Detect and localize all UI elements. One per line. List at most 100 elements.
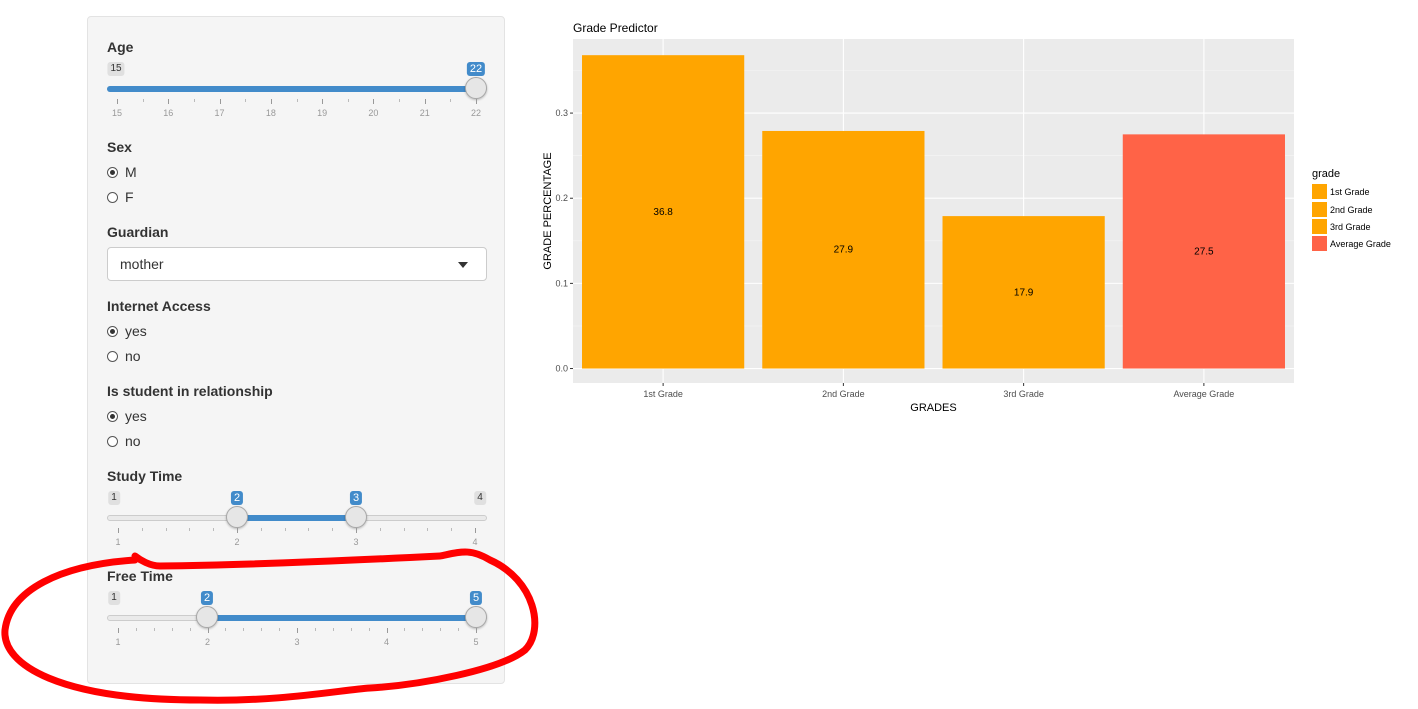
slider-major-tick xyxy=(356,528,357,533)
bar-value-label: 17.9 xyxy=(1014,287,1034,298)
guardian-select[interactable]: mother xyxy=(107,247,487,281)
relationship-option-yes[interactable]: yes xyxy=(107,407,147,425)
legend-swatch xyxy=(1312,184,1327,199)
slider-minor-tick xyxy=(347,99,349,102)
sex-option-m-label: M xyxy=(125,164,137,180)
slider-major-tick xyxy=(168,99,170,104)
slider-minor-tick xyxy=(350,628,352,631)
free-time-slider-min: 1 xyxy=(108,591,120,605)
slider-minor-tick xyxy=(189,528,191,531)
bar-value-label: 27.5 xyxy=(1194,246,1214,257)
study-time-slider-low-value: 2 xyxy=(230,491,244,505)
radio-unchecked-icon[interactable] xyxy=(107,350,118,362)
slider-major-tick xyxy=(219,99,221,104)
slider-minor-tick xyxy=(458,628,460,631)
slider-minor-tick xyxy=(427,528,429,531)
slider-minor-tick xyxy=(404,628,406,631)
radio-checked-icon[interactable] xyxy=(107,325,118,337)
grade-bar-chart: 0.0 0.1 0.2 0.3 36.8 1st Grade 27.9 2nd Grade 17… xyxy=(542,39,1294,414)
slider-tick-label: 20 xyxy=(368,108,379,118)
free-time-slider-high-value: 5 xyxy=(469,591,483,605)
free-time-slider[interactable]: 1 2 5 1 2 3 4 5 xyxy=(107,546,487,647)
free-time-slider-high-handle[interactable] xyxy=(465,606,487,628)
x-axis-title: GRADES xyxy=(910,402,956,414)
slider-major-tick xyxy=(475,528,476,533)
legend-item-label: 2nd Grade xyxy=(1330,204,1373,215)
legend-item-label: Average Grade xyxy=(1330,238,1391,249)
slider-major-tick xyxy=(322,99,324,104)
slider-minor-tick xyxy=(243,628,245,631)
free-time-slider-bar xyxy=(207,615,476,621)
study-time-slider-min: 1 xyxy=(108,491,120,505)
guardian-label: Guardian xyxy=(107,224,169,240)
slider-major-tick xyxy=(118,528,119,533)
sex-option-f[interactable]: F xyxy=(107,188,134,206)
slider-major-tick xyxy=(118,628,119,633)
free-time-slider-low-value: 2 xyxy=(200,591,214,605)
slider-major-tick xyxy=(207,628,209,633)
free-time-slider-low-handle[interactable] xyxy=(196,606,218,628)
age-slider-handle[interactable] xyxy=(465,77,487,99)
radio-checked-icon[interactable] xyxy=(107,166,118,178)
slider-minor-tick xyxy=(142,99,144,102)
legend-item-3rd-grade: 3rd Grade xyxy=(1312,218,1371,235)
slider-minor-tick xyxy=(440,628,442,631)
internet-option-yes[interactable]: yes xyxy=(107,322,147,340)
slider-major-tick xyxy=(373,99,375,104)
slider-major-tick xyxy=(237,528,238,533)
slider-minor-tick xyxy=(379,528,381,531)
study-time-slider-high-handle[interactable] xyxy=(345,506,367,528)
legend-swatch xyxy=(1312,219,1327,234)
radio-unchecked-icon[interactable] xyxy=(107,191,118,203)
slider-minor-tick xyxy=(189,628,191,631)
slider-minor-tick xyxy=(165,528,167,531)
slider-tick-label: 2 xyxy=(204,637,211,647)
slider-minor-tick xyxy=(141,528,143,531)
slider-tick-label: 22 xyxy=(470,108,482,118)
legend-swatch xyxy=(1312,236,1327,251)
slider-minor-tick xyxy=(422,628,424,631)
study-time-slider-low-handle[interactable] xyxy=(226,506,248,528)
slider-minor-tick xyxy=(368,628,370,631)
x-axis-tick-label: 2nd Grade xyxy=(822,389,865,399)
chevron-down-icon[interactable] xyxy=(458,262,468,268)
slider-minor-tick xyxy=(260,528,262,531)
study-time-slider[interactable]: 1 4 2 3 1234 xyxy=(107,446,487,547)
x-axis-tick-label: 1st Grade xyxy=(643,389,683,399)
slider-tick-label: 15 xyxy=(111,108,123,118)
age-slider-value: 22 xyxy=(466,62,486,76)
slider-minor-tick xyxy=(213,528,215,531)
slider-minor-tick xyxy=(450,99,452,102)
legend-title: grade xyxy=(1312,168,1341,180)
bar-value-label: 36.8 xyxy=(653,207,673,218)
legend-swatch xyxy=(1312,202,1327,217)
x-axis-tick-label: 3rd Grade xyxy=(1003,389,1044,399)
relationship-label: Is student in relationship xyxy=(107,383,273,399)
slider-minor-tick xyxy=(296,99,298,102)
slider-minor-tick xyxy=(135,628,137,631)
slider-tick-label: 16 xyxy=(163,108,174,118)
radio-unchecked-icon[interactable] xyxy=(107,435,118,447)
slider-minor-tick xyxy=(403,528,405,531)
relationship-option-yes-label: yes xyxy=(125,408,147,424)
y-axis-tick-label: 0.1 xyxy=(555,278,568,288)
sex-option-m[interactable]: M xyxy=(107,163,137,181)
bar-value-label: 27.9 xyxy=(834,245,854,256)
age-slider[interactable]: 15 22 15 16 17 18 19 20 21 22 xyxy=(107,17,487,118)
study-time-slider-high-value: 3 xyxy=(349,491,363,505)
slider-tick-label: 18 xyxy=(265,108,276,118)
x-axis-tick-label: Average Grade xyxy=(1173,389,1234,399)
slider-minor-tick xyxy=(332,528,334,531)
internet-option-no[interactable]: no xyxy=(107,347,141,365)
slider-tick-label: 5 xyxy=(473,637,479,647)
slider-tick-label: 1 xyxy=(115,637,121,647)
y-axis-title: GRADE PERCENTAGE xyxy=(542,152,554,269)
slider-tick-label: 17 xyxy=(214,108,225,118)
age-slider-min: 15 xyxy=(107,62,125,76)
slider-major-tick xyxy=(117,99,118,104)
legend-item-average-grade: Average Grade xyxy=(1312,235,1391,252)
slider-minor-tick xyxy=(153,628,155,631)
sex-label: Sex xyxy=(107,139,132,155)
radio-checked-icon[interactable] xyxy=(107,410,118,422)
slider-minor-tick xyxy=(225,628,227,631)
